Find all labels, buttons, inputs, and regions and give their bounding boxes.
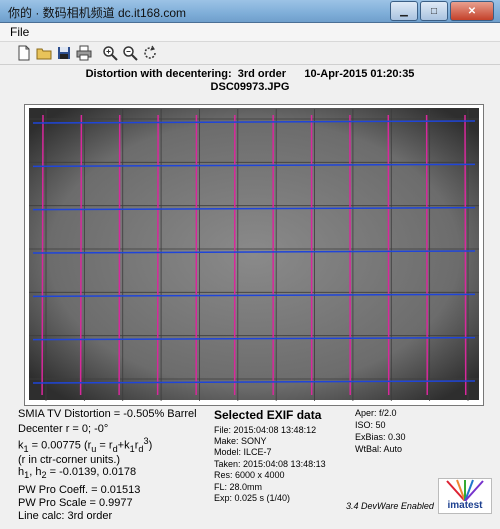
vertical-fit-line xyxy=(41,114,44,396)
open-folder-icon[interactable] xyxy=(36,45,52,61)
tv-distortion-text: SMIA TV Distortion = -0.505% Barrel xyxy=(18,408,197,420)
h-values: h1, h2 = -0.0139, 0.0178 xyxy=(18,466,137,481)
exif-heading: Selected EXIF data xyxy=(214,408,322,422)
vertical-fit-line xyxy=(464,114,467,396)
exif-file: File: 2015:04:08 13:48:12 xyxy=(214,425,317,435)
decenter-text: Decenter r = 0; -0° xyxy=(18,423,109,435)
distortion-grid-image xyxy=(29,108,479,401)
zoom-out-icon[interactable] xyxy=(122,45,138,61)
exif-iso: ISO: 50 xyxy=(355,420,386,430)
k1-formula: k1 = 0.00775 (ru = rd+k1rd3) xyxy=(18,436,153,454)
pw-pro-scale: PW Pro Scale = 0.9977 xyxy=(18,497,133,509)
vertical-fit-line xyxy=(118,114,121,396)
logo-text: imatest xyxy=(447,500,483,511)
menu-bar: File xyxy=(0,23,500,42)
photo-background xyxy=(29,108,479,400)
exif-wtbal: WtBal: Auto xyxy=(355,444,403,454)
version-text: 3.4 DevWare Enabled xyxy=(346,501,434,511)
exif-exbias: ExBias: 0.30 xyxy=(355,432,406,442)
window-title-bar[interactable]: 你的 · 数码相机频道 dc.it168.com ▁ □ ✕ xyxy=(0,0,500,23)
vertical-fit-line xyxy=(79,114,83,396)
maximize-button[interactable]: □ xyxy=(420,1,448,21)
zoom-in-icon[interactable] xyxy=(102,45,118,61)
distortion-plot xyxy=(24,104,484,406)
distortion-figure: Distortion with decentering: 3rd order 1… xyxy=(8,66,492,522)
menu-file[interactable]: File xyxy=(10,25,29,39)
new-file-icon[interactable] xyxy=(16,45,32,61)
exif-fl: FL: 28.0mm xyxy=(214,482,263,492)
window-controls: ▁ □ ✕ xyxy=(390,1,494,21)
close-button[interactable]: ✕ xyxy=(450,1,494,21)
plot-title: Distortion with decentering: 3rd order 1… xyxy=(85,68,415,80)
plot-filename: DSC09973.JPG xyxy=(210,81,290,93)
print-icon[interactable] xyxy=(76,45,92,61)
imatest-logo: imatest xyxy=(438,478,492,514)
save-icon[interactable] xyxy=(56,45,72,61)
exif-taken: Taken: 2015:04:08 13:48:13 xyxy=(214,459,326,469)
vertical-fit-line xyxy=(425,114,428,396)
line-calc: Line calc: 3rd order xyxy=(18,510,113,522)
toolbar xyxy=(0,42,500,65)
window-title: 你的 · 数码相机频道 dc.it168.com xyxy=(8,6,187,20)
rotate-icon[interactable] xyxy=(142,45,158,61)
exif-model: Model: ILCE-7 xyxy=(214,447,272,457)
exif-aper: Aper: f/2.0 xyxy=(355,408,397,418)
units-note: (r in ctr-corner units.) xyxy=(18,454,121,466)
logo-rays xyxy=(446,479,484,502)
exif-exp: Exp: 0.025 s (1/40) xyxy=(214,493,291,503)
exif-res: Res: 6000 x 4000 xyxy=(214,470,285,480)
pw-pro-coeff: PW Pro Coeff. = 0.01513 xyxy=(18,484,141,496)
minimize-button[interactable]: ▁ xyxy=(390,1,418,21)
exif-make: Make: SONY xyxy=(214,436,267,446)
